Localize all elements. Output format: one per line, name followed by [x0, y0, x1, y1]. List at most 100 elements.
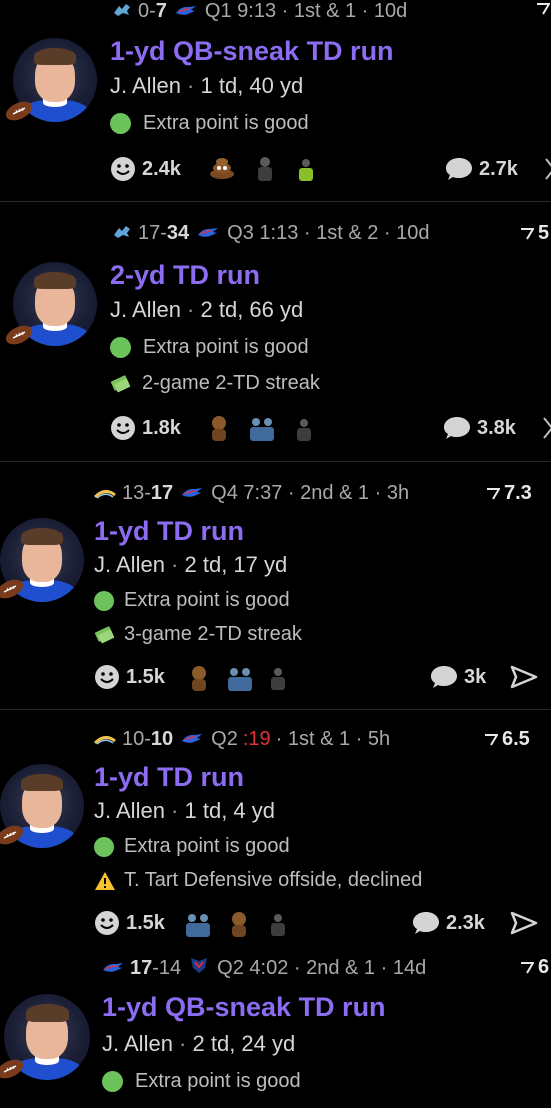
- comments-button[interactable]: 3k: [430, 664, 486, 690]
- good-dot-icon: [110, 113, 131, 134]
- player-sticker-icon: [254, 156, 276, 187]
- play-title: 1-yd QB-sneak TD run: [102, 992, 386, 1022]
- reactions-button[interactable]: 1.8k: [110, 415, 181, 441]
- play-card[interactable]: 17-14 Q2 4:02 · 2nd & 1 · 14d 6 1-yd QB-…: [0, 950, 551, 1108]
- players-sticker-icon: [248, 416, 276, 447]
- player-stats-line: J. Allen · 1 td, 4 yd: [94, 798, 276, 823]
- situation: Q2 4:02 · 2nd & 1 · 14d: [217, 956, 427, 979]
- reactions-button[interactable]: 2.4k: [110, 156, 181, 182]
- send-arrow-icon[interactable]: [510, 911, 538, 940]
- player-stats-line: J. Allen · 2 td, 66 yd: [110, 297, 304, 322]
- good-dot-icon: [94, 836, 114, 857]
- chargers-logo-icon: [93, 482, 116, 505]
- money-icon: [94, 625, 115, 643]
- odds-value[interactable]: 5: [520, 222, 549, 245]
- lions-logo-icon: [112, 222, 132, 245]
- smiley-icon: [111, 157, 135, 181]
- situation-quarter: Q2: [211, 728, 238, 750]
- player-stats-line: J. Allen · 1 td, 40 yd: [110, 73, 304, 98]
- chargers-logo-icon: [93, 728, 116, 751]
- situation-clock: :19: [242, 728, 271, 750]
- texans-logo-icon: [189, 956, 209, 980]
- extra-point-note: Extra point is good: [94, 835, 290, 858]
- score: 17-14: [130, 956, 182, 979]
- money-icon: [110, 374, 131, 392]
- player-sticker-icon: [294, 418, 314, 447]
- odds-arrow-icon: [487, 487, 500, 500]
- football-icon: [0, 1058, 26, 1085]
- mascot-sticker-icon: [226, 910, 252, 943]
- football-icon: [3, 324, 35, 351]
- poop-emoji-icon: [208, 152, 236, 185]
- penalty-note: T. Tart Defensive offside, declined: [94, 869, 422, 892]
- extra-point-note: Extra point is good: [110, 336, 309, 359]
- odds-arrow-icon: [521, 227, 534, 240]
- smiley-icon: [111, 416, 135, 440]
- reactions-button[interactable]: 1.5k: [94, 664, 165, 690]
- comments-button[interactable]: 2.7k: [445, 156, 518, 182]
- odds-arrow-icon: [485, 733, 498, 746]
- streak-note: 3-game 2-TD streak: [94, 623, 302, 646]
- comment-bubble-icon: [444, 417, 470, 439]
- football-icon: [0, 824, 26, 851]
- comments-button[interactable]: 2.3k: [412, 910, 485, 936]
- good-dot-icon: [94, 590, 114, 611]
- play-title: 1-yd TD run: [94, 762, 245, 792]
- score: 13-17: [122, 482, 174, 504]
- share-arrow-icon[interactable]: [544, 157, 551, 186]
- bills-logo-icon: [197, 222, 219, 245]
- comment-bubble-icon: [413, 912, 439, 934]
- game-meta: 17-34 Q3 1:13 · 1st & 2 · 10d: [112, 222, 430, 245]
- odds-arrow-icon[interactable]: [536, 2, 551, 21]
- situation: Q4 7:37 · 2nd & 1 · 3h: [211, 482, 410, 504]
- play-card[interactable]: 10-10 Q2 :19 · 1st & 1 · 5h 6.5 1-yd TD …: [0, 710, 551, 950]
- reactions-button[interactable]: 1.5k: [94, 910, 165, 936]
- game-meta: 10-10 Q2 :19 · 1st & 1 · 5h: [93, 728, 391, 751]
- game-meta: 13-17 Q4 7:37 · 2nd & 1 · 3h: [93, 482, 410, 505]
- extra-point-note: Extra point is good: [102, 1070, 301, 1093]
- comment-bubble-icon: [431, 666, 457, 688]
- football-icon: [0, 578, 26, 605]
- extra-point-note: Extra point is good: [110, 112, 309, 135]
- odds-value[interactable]: 7.3: [486, 482, 532, 505]
- mascot-sticker-icon: [186, 664, 212, 697]
- player-sticker-icon: [268, 667, 288, 696]
- player-stats-line: J. Allen · 2 td, 17 yd: [94, 552, 288, 577]
- send-arrow-icon[interactable]: [510, 665, 538, 694]
- play-title: 2-yd TD run: [110, 260, 261, 290]
- situation: Q3 1:13 · 1st & 2 · 10d: [227, 222, 430, 244]
- good-dot-icon: [110, 337, 131, 358]
- play-card[interactable]: 0-7 Q1 9:13 · 1st & 1 · 10d 1-yd QB-snea…: [0, 0, 551, 200]
- mascot-sticker-icon: [206, 414, 232, 447]
- play-card[interactable]: 13-17 Q4 7:37 · 2nd & 1 · 3h 7.3 1-yd TD…: [0, 462, 551, 708]
- streak-note: 2-game 2-TD streak: [110, 372, 320, 395]
- odds-value[interactable]: 6.5: [484, 728, 530, 751]
- score: 17-34: [138, 222, 190, 244]
- player-sticker-icon: [296, 158, 316, 187]
- play-card[interactable]: 17-34 Q3 1:13 · 1st & 2 · 10d 5 2-yd TD …: [0, 202, 551, 460]
- play-title: 1-yd TD run: [94, 516, 245, 546]
- smiley-icon: [95, 911, 119, 935]
- share-arrow-icon[interactable]: [542, 416, 551, 445]
- score: 10-10: [122, 728, 174, 750]
- odds-arrow-icon: [521, 961, 534, 974]
- warning-icon: [95, 871, 115, 890]
- football-icon: [3, 100, 35, 127]
- comments-button[interactable]: 3.8k: [443, 415, 516, 441]
- game-meta: 0-7 Q1 9:13 · 1st & 1 · 10d: [112, 0, 407, 23]
- lions-logo-icon: [112, 0, 132, 23]
- smiley-icon: [95, 665, 119, 689]
- situation-rest: · 1st & 1 · 5h: [275, 728, 391, 750]
- comment-bubble-icon: [446, 158, 472, 180]
- game-meta: 17-14 Q2 4:02 · 2nd & 1 · 14d: [102, 956, 426, 980]
- players-sticker-icon: [184, 912, 212, 943]
- bills-logo-icon: [181, 482, 203, 505]
- odds-value[interactable]: 6: [520, 956, 549, 979]
- player-stats-line: J. Allen · 2 td, 24 yd: [102, 1031, 296, 1056]
- bills-logo-icon: [175, 0, 197, 23]
- bills-logo-icon: [102, 957, 124, 980]
- extra-point-note: Extra point is good: [94, 589, 290, 612]
- good-dot-icon: [102, 1071, 123, 1092]
- situation: Q1 9:13 · 1st & 1 · 10d: [204, 0, 408, 22]
- score: 0-7: [138, 0, 167, 22]
